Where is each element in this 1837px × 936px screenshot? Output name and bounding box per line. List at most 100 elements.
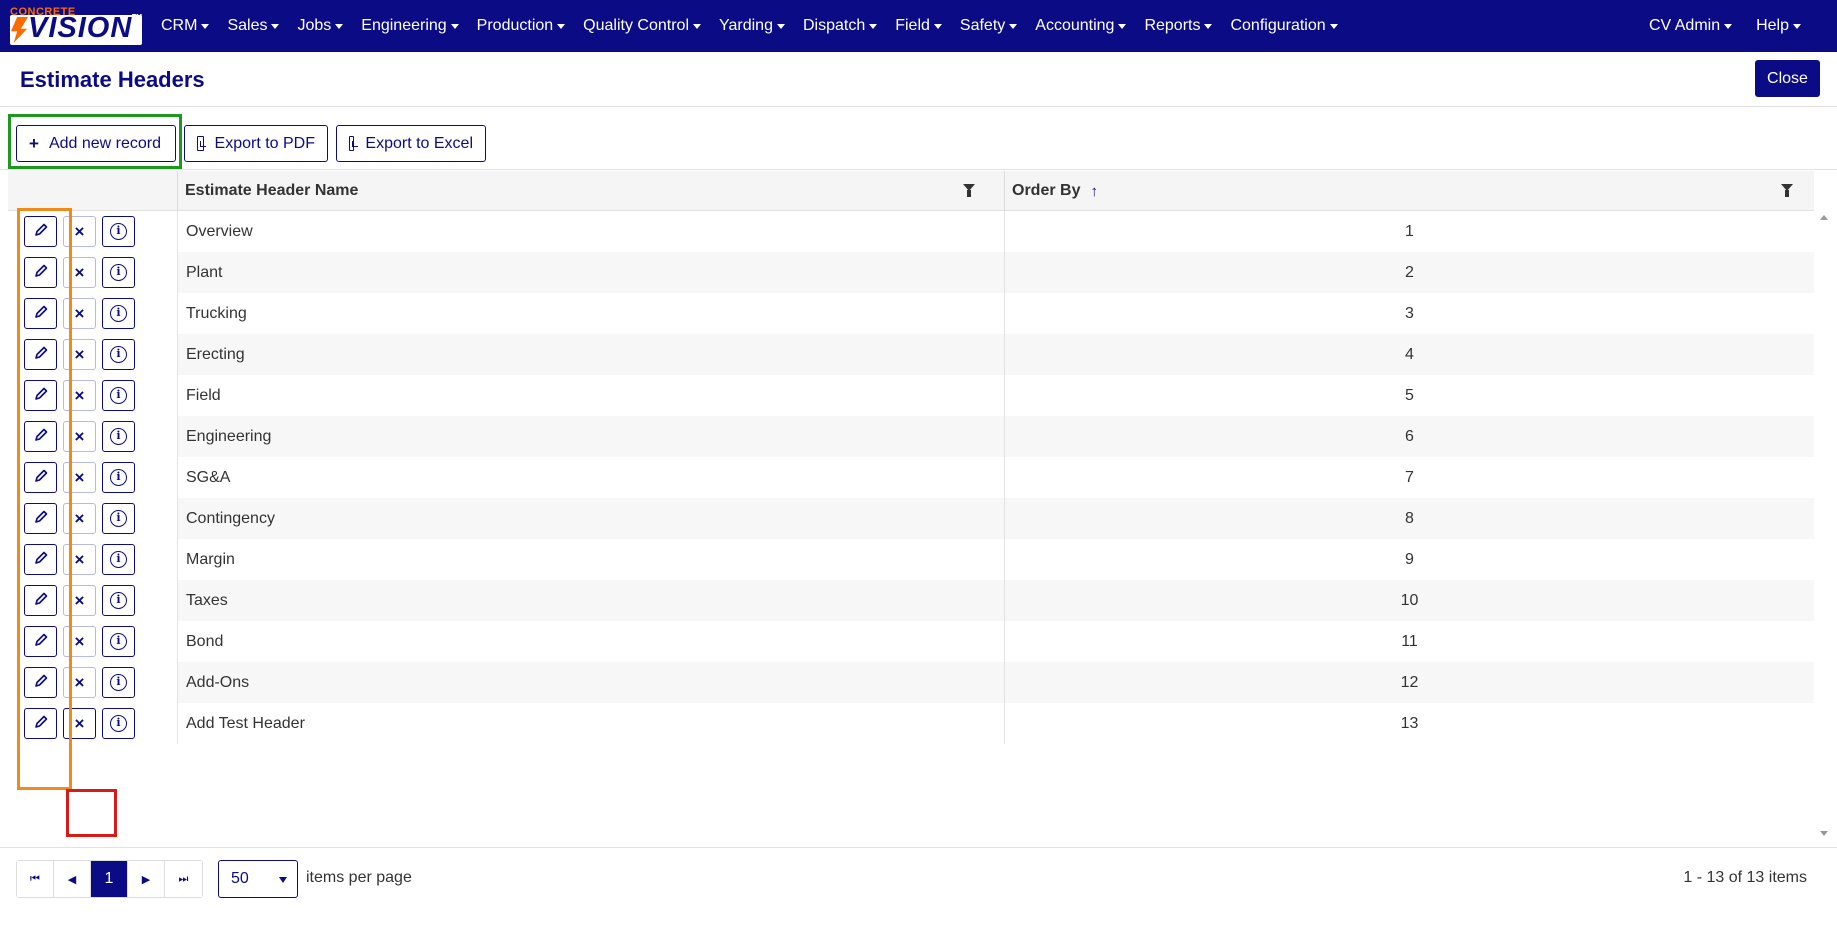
caret-down-icon xyxy=(271,23,280,29)
column-header-name-label: Estimate Header Name xyxy=(185,182,359,199)
details-button[interactable]: i xyxy=(102,298,135,329)
details-button[interactable]: i xyxy=(102,667,135,698)
nav-menu-crm[interactable]: CRM xyxy=(152,17,218,35)
page-title: Estimate Headers xyxy=(20,67,205,92)
caret-down-icon xyxy=(335,23,344,29)
table-row: × i Field 5 xyxy=(8,375,1814,416)
nav-menu-jobs[interactable]: Jobs xyxy=(288,17,352,35)
add-record-highlight xyxy=(8,114,182,169)
nav-menu-sales[interactable]: Sales xyxy=(218,17,288,35)
vertical-scrollbar[interactable] xyxy=(1814,211,1833,841)
delete-button-highlight xyxy=(66,789,117,837)
dropdown-arrow-icon xyxy=(279,877,287,883)
scroll-up-arrow-icon[interactable] xyxy=(1820,215,1828,220)
details-button[interactable]: i xyxy=(102,708,135,739)
estimate-header-name-cell: Contingency xyxy=(177,498,1004,539)
details-button[interactable]: i xyxy=(102,216,135,247)
caret-down-icon xyxy=(1009,23,1018,29)
details-button[interactable]: i xyxy=(102,503,135,534)
close-icon: × xyxy=(74,426,85,446)
order-by-cell: 11 xyxy=(1004,621,1814,662)
info-icon: i xyxy=(110,346,127,363)
caret-down-icon xyxy=(1329,23,1338,29)
nav-menu-yarding[interactable]: Yarding xyxy=(710,17,794,35)
order-by-cell: 1 xyxy=(1004,211,1814,252)
info-icon: i xyxy=(110,551,127,568)
details-button[interactable]: i xyxy=(102,257,135,288)
order-by-cell: 13 xyxy=(1004,703,1814,744)
nav-menu-label: Production xyxy=(476,17,554,34)
close-icon: × xyxy=(74,385,85,405)
estimate-header-name-cell: Field xyxy=(177,375,1004,416)
filter-icon[interactable] xyxy=(1781,184,1793,198)
command-column-header xyxy=(8,171,177,211)
export-excel-button[interactable]: Export to Excel xyxy=(336,125,486,162)
page-size-label: items per page xyxy=(306,869,412,886)
user-menu[interactable]: CV Admin xyxy=(1637,17,1744,35)
details-button[interactable]: i xyxy=(102,462,135,493)
details-button[interactable]: i xyxy=(102,544,135,575)
nav-menu-accounting[interactable]: Accounting xyxy=(1026,17,1135,35)
table-row: × i Add-Ons 12 xyxy=(8,662,1814,703)
table-row: × i Overview 1 xyxy=(8,211,1814,252)
info-icon: i xyxy=(110,592,127,609)
nav-menu-dispatch[interactable]: Dispatch xyxy=(794,17,886,35)
previous-page-button[interactable]: ◀ xyxy=(54,861,91,897)
caret-down-icon xyxy=(693,23,701,29)
help-menu[interactable]: Help xyxy=(1744,17,1813,35)
grid-pager: ⏮ ◀ 1 ▶ ⏭ 50 items per page 1 - 13 of 13… xyxy=(0,847,1837,936)
info-icon: i xyxy=(110,305,127,322)
caret-down-icon xyxy=(1793,23,1801,29)
close-button[interactable]: Close xyxy=(1755,60,1820,97)
close-icon: × xyxy=(74,590,85,610)
next-page-button[interactable]: ▶ xyxy=(128,861,165,897)
nav-menu-label: Quality Control xyxy=(583,17,689,34)
table-row: × i Bond 11 xyxy=(8,621,1814,662)
nav-menu-safety[interactable]: Safety xyxy=(951,17,1026,35)
nav-menu-engineering[interactable]: Engineering xyxy=(352,17,467,35)
last-page-button[interactable]: ⏭ xyxy=(165,861,202,897)
details-button[interactable]: i xyxy=(102,626,135,657)
table-row: × i Add Test Header 13 xyxy=(8,703,1814,744)
details-button[interactable]: i xyxy=(102,380,135,411)
sort-ascending-icon: ↑ xyxy=(1090,182,1098,200)
close-icon: × xyxy=(74,508,85,528)
caret-down-icon xyxy=(450,23,459,29)
info-icon: i xyxy=(110,469,127,486)
order-by-cell: 10 xyxy=(1004,580,1814,621)
caret-down-icon xyxy=(1724,23,1733,29)
column-header-order[interactable]: Order By ↑ xyxy=(1004,171,1814,211)
close-icon: × xyxy=(74,303,85,323)
nav-menu-label: Field xyxy=(895,17,930,34)
pdf-file-icon xyxy=(197,136,206,151)
nav-menu-label: Reports xyxy=(1144,17,1201,34)
concrete-vision-logo[interactable]: CONCRETE VISION TM xyxy=(6,6,142,45)
close-icon: × xyxy=(74,344,85,364)
nav-menu-reports[interactable]: Reports xyxy=(1135,17,1221,35)
info-icon: i xyxy=(110,633,127,650)
first-page-button[interactable]: ⏮ xyxy=(17,861,54,897)
page-size-select[interactable]: 50 xyxy=(218,860,298,898)
column-header-name[interactable]: Estimate Header Name xyxy=(177,171,1004,211)
table-row: × i Contingency 8 xyxy=(8,498,1814,539)
filter-icon[interactable] xyxy=(963,184,975,198)
grid-toolbar: + Add new record Export to PDF Export to… xyxy=(0,107,1837,170)
pager-info: 1 - 13 of 13 items xyxy=(1683,869,1807,886)
table-row: × i Taxes 10 xyxy=(8,580,1814,621)
nav-menu-quality-control[interactable]: Quality Control xyxy=(574,17,710,35)
nav-right: CV Admin Help xyxy=(1637,0,1813,52)
details-button[interactable]: i xyxy=(102,339,135,370)
info-icon: i xyxy=(110,264,127,281)
export-pdf-button[interactable]: Export to PDF xyxy=(184,125,328,162)
nav-menu-configuration[interactable]: Configuration xyxy=(1221,17,1346,35)
estimate-header-name-cell: Erecting xyxy=(177,334,1004,375)
grid-body: × i Overview 1 × i Plant 2 × i Trucking 3 × i Erecting… xyxy=(8,211,1814,835)
page-number-button[interactable]: 1 xyxy=(91,861,128,897)
estimate-headers-grid: Estimate Header Name Order By ↑ × i Overvi… xyxy=(8,171,1833,847)
nav-menu-field[interactable]: Field xyxy=(886,17,951,35)
caret-down-icon xyxy=(557,23,566,29)
nav-menu-production[interactable]: Production xyxy=(468,17,575,35)
scroll-down-arrow-icon[interactable] xyxy=(1820,831,1828,836)
details-button[interactable]: i xyxy=(102,421,135,452)
details-button[interactable]: i xyxy=(102,585,135,616)
